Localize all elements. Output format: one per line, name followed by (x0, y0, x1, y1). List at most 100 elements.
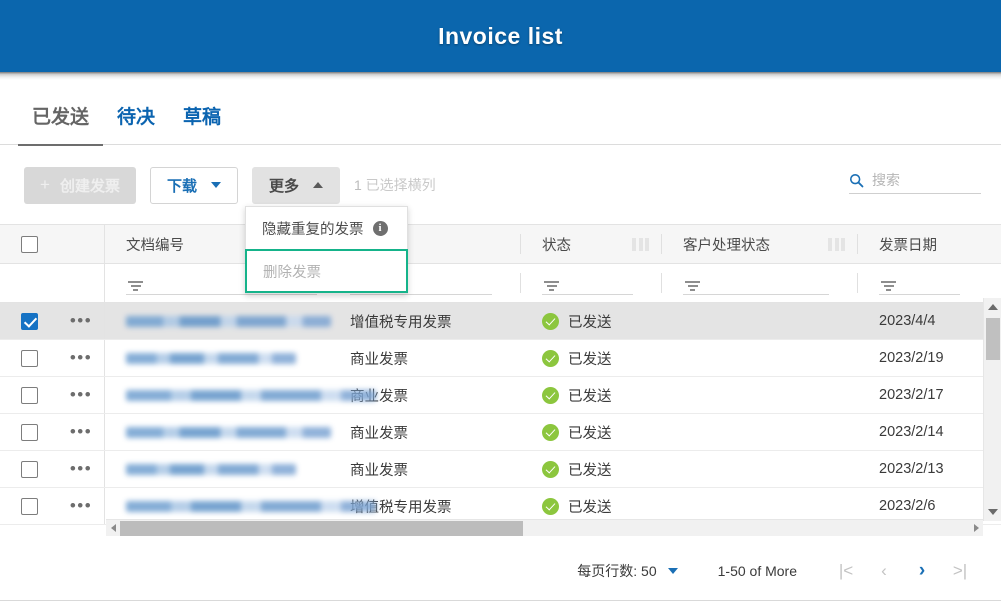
tab-sent[interactable]: 已发送 (18, 82, 104, 148)
column-header-status[interactable]: 状态 (521, 225, 661, 263)
row-select-cell (0, 312, 58, 330)
filter-invoice-date-box[interactable] (879, 281, 960, 295)
row-checkbox[interactable] (20, 423, 38, 441)
horizontal-scroll-thumb[interactable] (120, 520, 523, 536)
cell-type: 商业发票 (345, 348, 520, 369)
scroll-down-arrow-icon[interactable] (984, 503, 1001, 521)
column-header-invoice-date[interactable]: 发票日期 (858, 225, 988, 263)
cell-invoice-date-label: 2023/2/17 (879, 387, 944, 403)
previous-page-button[interactable]: ‹ (865, 554, 903, 588)
status-success-icon (542, 349, 559, 367)
download-label: 下载 (166, 177, 197, 195)
scroll-left-arrow-icon[interactable] (106, 524, 120, 532)
row-overflow-menu-icon[interactable]: ••• (70, 497, 92, 514)
tab-pending[interactable]: 待决 (103, 82, 169, 147)
horizontal-scrollbar[interactable] (106, 519, 983, 536)
invoice-table: 文档编号 状态 客户处理状态 发票日期 ••• 增值税专用发票 已发送 2023… (0, 224, 1001, 539)
table-row[interactable]: ••• 商业发票 已发送 2023/2/13 (0, 451, 1001, 488)
table-row[interactable]: ••• 商业发票 已发送 2023/2/14 (0, 414, 1001, 451)
chevron-down-icon (210, 182, 221, 188)
cell-invoice-date-label: 2023/2/6 (879, 498, 936, 514)
cell-invoice-date: 2023/2/6 (858, 497, 988, 515)
redacted-doc-no (126, 426, 331, 438)
menu-item-hide-duplicate-invoices-label: 隐藏重复的发票 (262, 221, 364, 238)
next-page-button[interactable]: › (903, 554, 941, 588)
filter-customer-status-box[interactable] (683, 281, 829, 295)
column-resize-grip-icon[interactable] (632, 237, 649, 251)
cell-doc-no (105, 315, 345, 327)
last-page-button[interactable]: >| (941, 554, 979, 588)
cell-invoice-date-label: 2023/2/14 (879, 424, 944, 440)
redacted-doc-no (126, 352, 296, 364)
search-icon (849, 173, 864, 188)
more-button[interactable]: 更多 (251, 166, 340, 204)
cell-status-label: 已发送 (568, 462, 612, 479)
select-all-cell (0, 235, 58, 253)
vertical-scrollbar[interactable] (983, 298, 1001, 521)
cell-invoice-date: 2023/2/17 (858, 386, 988, 404)
table-row[interactable]: ••• 商业发票 已发送 2023/2/19 (0, 340, 1001, 377)
column-header-customer-status[interactable]: 客户处理状态 (662, 225, 857, 263)
cell-status-label: 已发送 (568, 351, 612, 368)
create-invoice-label: 创建发票 (59, 177, 120, 195)
cell-invoice-date: 2023/2/14 (858, 423, 988, 441)
cell-status-label: 已发送 (568, 388, 612, 405)
row-overflow-menu-icon[interactable]: ••• (70, 349, 92, 366)
row-checkbox[interactable] (20, 460, 38, 478)
cell-invoice-date: 2023/2/13 (858, 460, 988, 478)
rows-per-page-chevron-down-icon[interactable] (667, 568, 678, 574)
table-row[interactable]: ••• 商业发票 已发送 2023/2/17 (0, 377, 1001, 414)
cell-type-label: 商业发票 (350, 462, 408, 479)
row-overflow-menu-icon[interactable]: ••• (70, 460, 92, 477)
first-page-button[interactable]: |< (827, 554, 865, 588)
selection-count-number: 1 (353, 177, 362, 193)
filter-customer-status[interactable] (662, 264, 857, 302)
search-input[interactable] (872, 172, 967, 188)
filter-icon (542, 281, 559, 291)
search-box[interactable] (849, 172, 981, 194)
pagination-bar: 每页行数: 50 1-50 of More |< ‹ › >| (0, 541, 1001, 601)
download-button[interactable]: 下载 (149, 166, 238, 204)
row-select-cell (0, 460, 58, 478)
header-actions-cell (58, 225, 105, 263)
select-all-checkbox[interactable] (20, 235, 38, 253)
tab-sent-label: 已发送 (32, 107, 90, 128)
tab-draft[interactable]: 草稿 (169, 82, 235, 147)
cell-type-label: 商业发票 (350, 425, 408, 442)
redacted-doc-no (126, 389, 376, 401)
filter-invoice-date[interactable] (858, 264, 988, 302)
info-icon[interactable]: i (372, 220, 388, 236)
filter-icon (683, 281, 700, 291)
cell-doc-no (105, 352, 345, 364)
row-checkbox[interactable] (20, 497, 38, 515)
table-row[interactable]: ••• 增值税专用发票 已发送 2023/4/4 (0, 303, 1001, 340)
scroll-up-arrow-icon[interactable] (984, 298, 1001, 316)
filter-status-box[interactable] (542, 281, 633, 295)
cell-doc-no (105, 389, 376, 401)
row-checkbox[interactable] (20, 386, 38, 404)
cell-invoice-date-label: 2023/2/13 (879, 461, 944, 477)
menu-item-delete-invoice[interactable]: 删除发票 (245, 249, 408, 293)
redacted-doc-no (126, 315, 331, 327)
horizontal-scroll-track[interactable] (120, 520, 969, 537)
filter-status[interactable] (521, 264, 661, 302)
selection-count-text: 已选择横列 (365, 177, 436, 193)
row-select-cell (0, 386, 58, 404)
column-resize-grip-icon[interactable] (828, 237, 845, 251)
rows-per-page-label: 每页行数: 50 (577, 563, 657, 579)
row-checkbox[interactable] (20, 312, 38, 330)
create-invoice-button[interactable]: + 创建发票 (24, 166, 136, 204)
row-overflow-menu-icon[interactable]: ••• (70, 423, 92, 440)
filter-spacer-dots (58, 264, 105, 302)
cell-doc-no (105, 463, 345, 475)
menu-item-hide-duplicate-invoices[interactable]: 隐藏重复的发票 i (246, 207, 407, 249)
row-overflow-menu-icon[interactable]: ••• (70, 312, 92, 329)
selection-count: 1 已选择横列 (354, 175, 436, 195)
row-checkbox[interactable] (20, 349, 38, 367)
filter-icon (126, 281, 143, 291)
row-overflow-menu-icon[interactable]: ••• (70, 386, 92, 403)
column-header-status-label: 状态 (542, 237, 571, 254)
scroll-right-arrow-icon[interactable] (969, 524, 983, 532)
cell-status: 已发送 (521, 459, 661, 480)
vertical-scroll-thumb[interactable] (986, 318, 1000, 360)
